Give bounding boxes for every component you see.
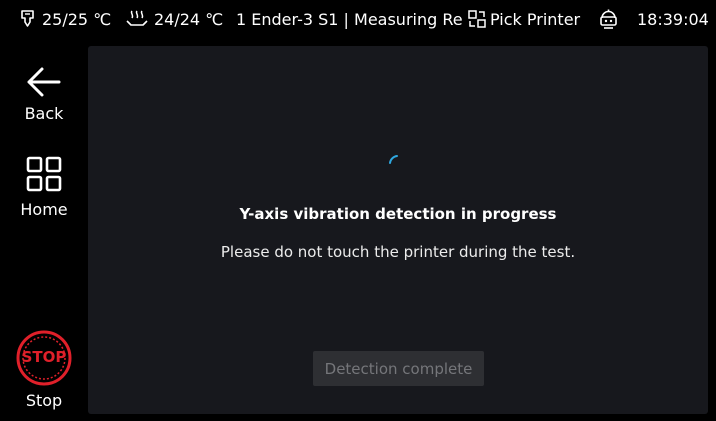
clock: 18:39:04 <box>637 9 709 29</box>
back-label: Back <box>24 104 64 123</box>
loading-spinner-icon <box>383 152 403 176</box>
detection-title: Y-axis vibration detection in progress <box>239 205 557 223</box>
nozzle-temperature: 25/25 ℃ <box>18 0 111 38</box>
home-grid-icon <box>26 156 62 196</box>
stop-label: Stop <box>25 391 63 410</box>
bed-temperature: 24/24 ℃ <box>125 0 223 38</box>
switch-printer-icon <box>467 9 487 29</box>
stop-icon-text: STOP <box>21 348 67 366</box>
back-button[interactable]: Back <box>0 66 88 123</box>
detection-warning: Please do not touch the printer during t… <box>220 243 576 261</box>
nozzle-icon <box>18 9 37 29</box>
home-button[interactable]: Home <box>0 156 88 219</box>
pick-printer-label: Pick Printer <box>490 9 581 29</box>
printer-name: 1 Ender-3 S1 | Measuring Re <box>236 9 463 29</box>
status-bar: 25/25 ℃ 24/24 ℃ 1 Ender-3 S1 | Measuring… <box>0 0 716 38</box>
home-label: Home <box>20 200 68 219</box>
heated-bed-icon <box>125 9 149 29</box>
stop-icon: STOP <box>15 329 73 387</box>
robot-icon[interactable] <box>597 0 620 38</box>
nozzle-temp-value: 25/25 ℃ <box>42 9 112 29</box>
sidebar: Back Home STOP Stop <box>0 38 88 421</box>
back-arrow-icon <box>26 66 62 102</box>
detection-complete-button[interactable]: Detection complete <box>313 351 484 386</box>
stop-button[interactable]: STOP Stop <box>0 329 88 410</box>
pick-printer-button[interactable]: Pick Printer <box>467 0 580 38</box>
detection-panel: Y-axis vibration detection in progress P… <box>88 46 708 414</box>
bed-temp-value: 24/24 ℃ <box>154 9 224 29</box>
